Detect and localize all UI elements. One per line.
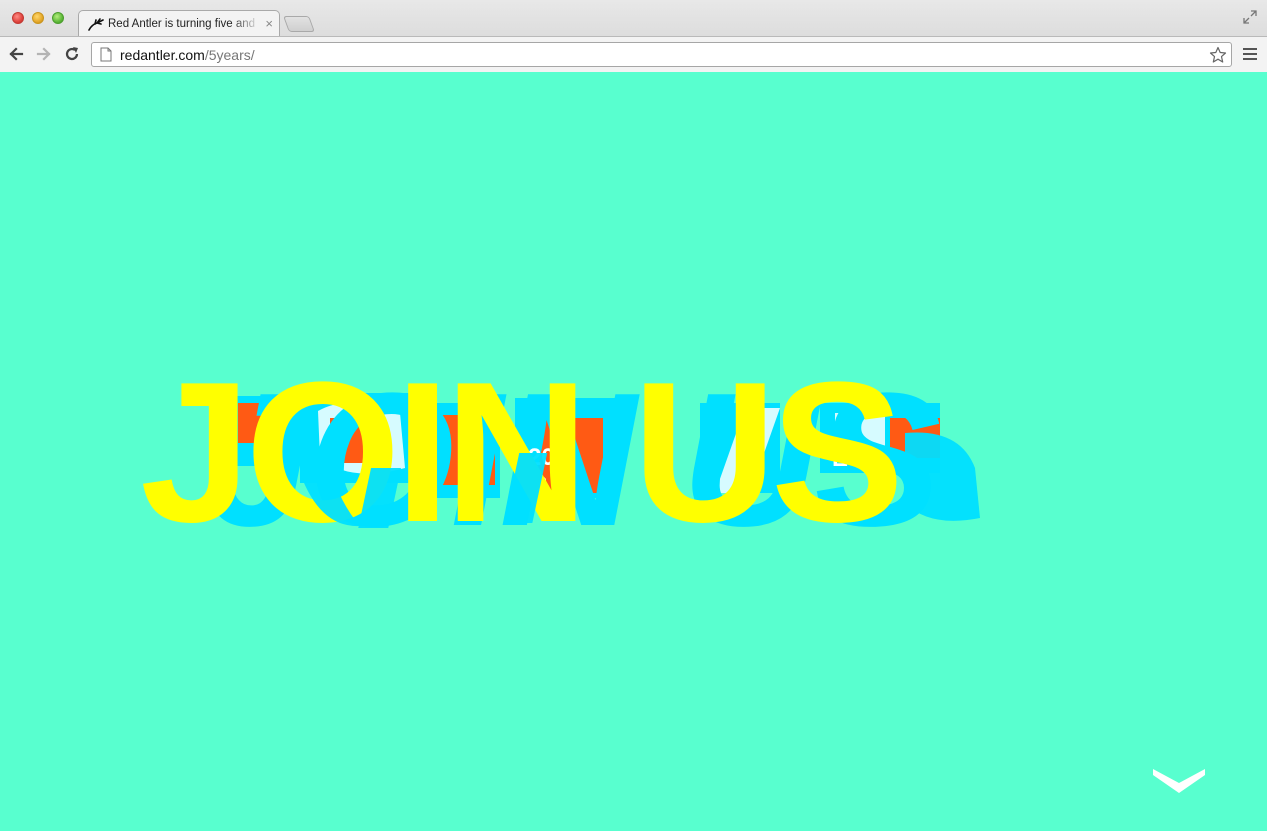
reload-button[interactable] — [62, 44, 82, 64]
forward-arrow-icon — [36, 47, 51, 61]
star-icon[interactable] — [1209, 46, 1227, 64]
antler-icon — [88, 17, 104, 31]
tab-close-icon[interactable]: × — [265, 17, 273, 30]
menu-bar — [1243, 53, 1257, 55]
url-text: redantler.com/5years/ — [120, 47, 255, 63]
browser-toolbar: redantler.com/5years/ — [0, 36, 1267, 72]
url-host: redantler.com — [120, 46, 205, 63]
page-content: JOIN US 20 B E JOIN US — [0, 73, 1267, 831]
address-bar[interactable]: redantler.com/5years/ — [91, 42, 1232, 67]
tab-active[interactable]: Red Antler is turning five and × — [78, 10, 280, 36]
back-button[interactable] — [6, 44, 26, 64]
zoom-window-button[interactable] — [52, 12, 64, 24]
menu-bar — [1243, 58, 1257, 60]
back-arrow-icon — [9, 47, 24, 61]
hero-headline-yellow: JOIN US — [140, 341, 898, 564]
page-icon — [100, 47, 112, 62]
tab-strip: Red Antler is turning five and × — [0, 0, 1267, 36]
forward-button[interactable] — [34, 44, 54, 64]
hamburger-menu-icon[interactable] — [1243, 46, 1257, 62]
browser-chrome: Red Antler is turning five and × redantl… — [0, 0, 1267, 72]
url-path: /5years/ — [204, 46, 255, 63]
hero-headline-art: JOIN US 20 B E JOIN US — [140, 341, 980, 566]
reload-icon — [65, 47, 79, 61]
minimize-window-button[interactable] — [32, 12, 44, 24]
fullscreen-icon[interactable] — [1243, 10, 1257, 24]
menu-bar — [1243, 48, 1257, 50]
chevron-down-icon[interactable] — [1152, 767, 1206, 795]
tab-title: Red Antler is turning five and — [108, 17, 256, 30]
new-tab-button[interactable] — [283, 16, 315, 32]
close-window-button[interactable] — [12, 12, 24, 24]
hero-section: JOIN US 20 B E JOIN US — [0, 73, 1267, 831]
